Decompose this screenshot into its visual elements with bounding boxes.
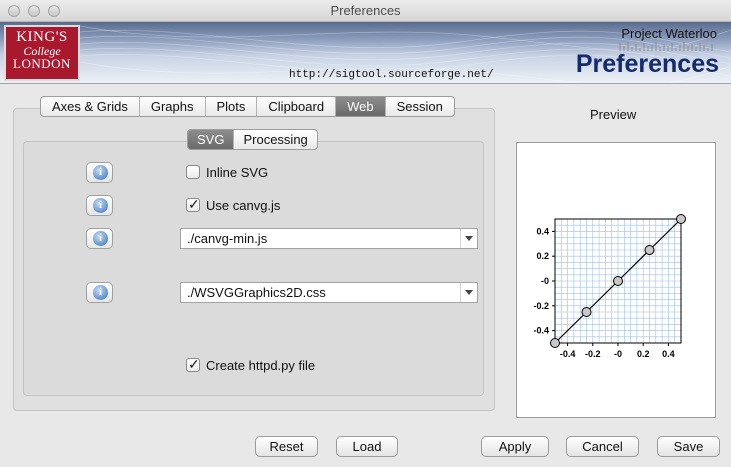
save-button[interactable]: Save bbox=[657, 436, 720, 457]
x-tick-label: -0.4 bbox=[560, 349, 576, 359]
info-icon: i bbox=[93, 198, 108, 213]
info-icon: i bbox=[93, 285, 108, 300]
y-tick-label: -0.2 bbox=[533, 301, 549, 311]
data-point bbox=[550, 338, 560, 348]
x-tick-label: -0 bbox=[614, 349, 622, 359]
web-subtabs: SVG Processing bbox=[187, 129, 318, 150]
banner-heading: Preferences bbox=[575, 50, 719, 78]
create-httpd-label: Create httpd.py file bbox=[206, 357, 316, 373]
window-title: Preferences bbox=[330, 3, 401, 18]
canvg-path-value: ./canvg-min.js bbox=[187, 231, 268, 246]
y-tick-label: -0 bbox=[541, 276, 549, 286]
x-tick-label: 0.4 bbox=[662, 349, 675, 359]
tab-axes-grids[interactable]: Axes & Grids bbox=[41, 97, 140, 116]
x-tick-label: 0.2 bbox=[637, 349, 650, 359]
preview-label: Preview bbox=[590, 107, 637, 122]
use-canvg-label: Use canvg.js bbox=[206, 197, 281, 213]
use-canvg-option[interactable]: Use canvg.js bbox=[186, 196, 280, 214]
x-tick-label: -0.2 bbox=[585, 349, 601, 359]
project-name: Project Waterloo bbox=[621, 26, 717, 41]
create-httpd-checkbox[interactable] bbox=[186, 356, 200, 373]
data-point bbox=[644, 245, 655, 255]
inline-svg-info-button[interactable]: i bbox=[86, 162, 113, 183]
css-path-info-button[interactable]: i bbox=[86, 282, 113, 303]
cancel-button[interactable]: Cancel bbox=[566, 436, 639, 457]
data-point bbox=[613, 276, 623, 286]
y-tick-label: -0.4 bbox=[533, 326, 549, 336]
data-point bbox=[581, 307, 592, 317]
inline-svg-checkbox[interactable] bbox=[186, 165, 200, 179]
kings-college-logo: KING'S College LONDON bbox=[4, 25, 80, 81]
canvg-path-combo[interactable]: ./canvg-min.js bbox=[180, 228, 478, 249]
y-tick-label: 0.4 bbox=[536, 226, 549, 236]
logo-line-3: LONDON bbox=[13, 56, 71, 71]
data-point bbox=[676, 214, 686, 224]
chevron-down-icon[interactable] bbox=[460, 283, 477, 302]
subtab-svg[interactable]: SVG bbox=[188, 130, 235, 149]
load-button[interactable]: Load bbox=[336, 436, 398, 457]
y-tick-label: 0.2 bbox=[536, 251, 549, 261]
css-path-value: ./WSVGGraphics2D.css bbox=[187, 285, 326, 300]
canvg-path-info-button[interactable]: i bbox=[86, 228, 113, 249]
tab-graphs[interactable]: Graphs bbox=[140, 97, 206, 116]
header-banner: KING'S College LONDON http://sigtool.sou… bbox=[0, 22, 731, 84]
css-path-combo[interactable]: ./WSVGGraphics2D.css bbox=[180, 282, 478, 303]
chevron-down-icon[interactable] bbox=[460, 229, 477, 248]
tab-session[interactable]: Session bbox=[386, 97, 454, 116]
window-titlebar: Preferences bbox=[0, 0, 731, 22]
tab-clipboard[interactable]: Clipboard bbox=[257, 97, 337, 116]
project-url: http://sigtool.sourceforge.net/ bbox=[289, 69, 494, 81]
preview-chart: -0.4 -0.2 -0 0.2 0.4 0.4 0.2 -0 -0.2 -0.4 bbox=[533, 214, 686, 359]
info-icon: i bbox=[93, 231, 108, 246]
inline-svg-option[interactable]: Inline SVG bbox=[186, 163, 268, 181]
tab-plots[interactable]: Plots bbox=[206, 97, 258, 116]
apply-button[interactable]: Apply bbox=[481, 436, 549, 457]
canvg-info-button[interactable]: i bbox=[86, 195, 113, 216]
tab-web[interactable]: Web bbox=[336, 97, 386, 116]
reset-button[interactable]: Reset bbox=[255, 436, 318, 457]
inline-svg-label: Inline SVG bbox=[206, 164, 269, 180]
subtab-processing[interactable]: Processing bbox=[234, 130, 316, 149]
preferences-tabs: Axes & Grids Graphs Plots Clipboard Web … bbox=[40, 96, 455, 117]
logo-line-1: KING'S bbox=[16, 29, 68, 45]
use-canvg-checkbox[interactable] bbox=[186, 196, 200, 213]
info-icon: i bbox=[93, 165, 108, 180]
preview-canvas: -0.4 -0.2 -0 0.2 0.4 0.4 0.2 -0 -0.2 -0.4 bbox=[516, 142, 716, 418]
create-httpd-option[interactable]: Create httpd.py file bbox=[186, 356, 315, 374]
